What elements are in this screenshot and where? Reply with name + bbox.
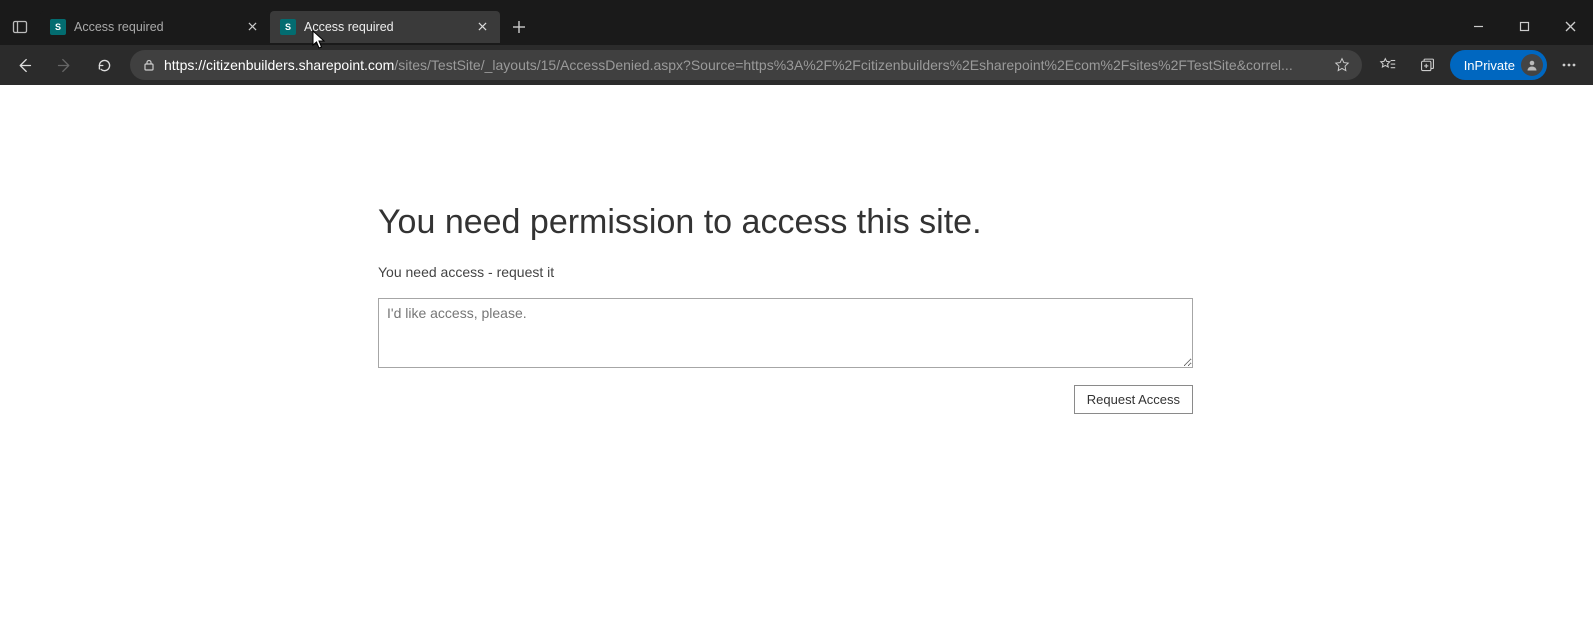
address-text: https://citizenbuilders.sharepoint.com/s… bbox=[164, 57, 1326, 73]
window-controls bbox=[1455, 8, 1593, 45]
tab-1-title: Access required bbox=[74, 20, 236, 34]
minimize-icon bbox=[1473, 21, 1484, 32]
lock-icon bbox=[142, 58, 156, 72]
address-path: /sites/TestSite/_layouts/15/AccessDenied… bbox=[394, 57, 1292, 73]
close-icon bbox=[248, 22, 257, 31]
back-button[interactable] bbox=[6, 49, 42, 81]
collections-button[interactable] bbox=[1410, 49, 1446, 81]
request-access-button[interactable]: Request Access bbox=[1074, 385, 1193, 414]
page-heading: You need permission to access this site. bbox=[378, 203, 1198, 242]
plus-icon bbox=[512, 20, 526, 34]
tab-actions-button[interactable] bbox=[0, 8, 40, 45]
arrow-right-icon bbox=[56, 57, 73, 74]
page-content: You need permission to access this site.… bbox=[0, 85, 1593, 621]
close-icon bbox=[478, 22, 487, 31]
refresh-icon bbox=[96, 57, 113, 74]
inprivate-label: InPrivate bbox=[1464, 58, 1515, 73]
star-plus-icon bbox=[1334, 57, 1350, 73]
refresh-button[interactable] bbox=[86, 49, 122, 81]
page-subtext: You need access - request it bbox=[378, 264, 1198, 280]
inprivate-indicator[interactable]: InPrivate bbox=[1450, 50, 1547, 80]
window-maximize-button[interactable] bbox=[1501, 8, 1547, 45]
tab-2-title: Access required bbox=[304, 20, 466, 34]
forward-button[interactable] bbox=[46, 49, 82, 81]
sharepoint-favicon: S bbox=[50, 19, 66, 35]
address-bar[interactable]: https://citizenbuilders.sharepoint.com/s… bbox=[130, 50, 1362, 80]
collections-icon bbox=[1419, 57, 1436, 74]
address-host: https://citizenbuilders.sharepoint.com bbox=[164, 57, 394, 73]
tab-2[interactable]: S Access required bbox=[270, 11, 500, 43]
close-icon bbox=[1565, 21, 1576, 32]
tab-strip: S Access required S Access required bbox=[0, 8, 1593, 45]
settings-menu-button[interactable] bbox=[1551, 49, 1587, 81]
favorites-list-button[interactable] bbox=[1370, 49, 1406, 81]
new-tab-button[interactable] bbox=[504, 12, 534, 42]
window-close-button[interactable] bbox=[1547, 8, 1593, 45]
star-lines-icon bbox=[1379, 56, 1397, 74]
profile-avatar-icon bbox=[1521, 54, 1543, 76]
maximize-icon bbox=[1519, 21, 1530, 32]
ellipsis-icon bbox=[1561, 57, 1577, 73]
access-request-textarea[interactable] bbox=[378, 298, 1193, 368]
window-minimize-button[interactable] bbox=[1455, 8, 1501, 45]
arrow-left-icon bbox=[16, 57, 33, 74]
sharepoint-favicon: S bbox=[280, 19, 296, 35]
browser-toolbar: https://citizenbuilders.sharepoint.com/s… bbox=[0, 45, 1593, 85]
window-titlebar bbox=[0, 0, 1593, 8]
tab-1-close-button[interactable] bbox=[244, 19, 260, 35]
favorite-button[interactable] bbox=[1334, 57, 1350, 73]
tab-1[interactable]: S Access required bbox=[40, 11, 270, 43]
tab-2-close-button[interactable] bbox=[474, 19, 490, 35]
tab-actions-icon bbox=[12, 19, 28, 35]
